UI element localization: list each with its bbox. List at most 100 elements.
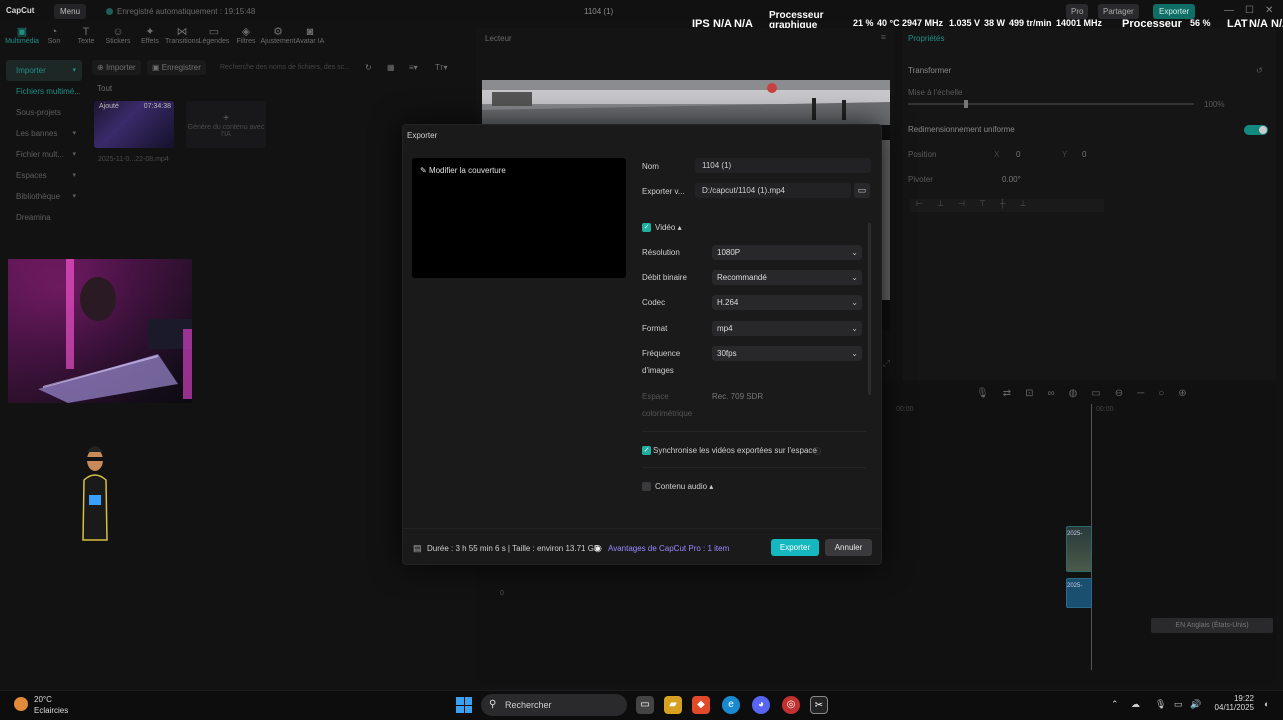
transition-icon: ⋈: [176, 26, 188, 38]
properties-panel: Propriétés Transformer ↺ Mise à l'échell…: [902, 28, 1276, 380]
sidebar-item-subprojects[interactable]: Sous-projets: [6, 102, 82, 123]
scale-slider-handle[interactable]: [964, 100, 968, 108]
cloud-icon[interactable]: ☁: [1131, 699, 1140, 710]
import-button[interactable]: ⊕ Importer: [92, 60, 141, 75]
avatar-sticker: [80, 440, 110, 546]
minimize-icon[interactable]: —: [1224, 5, 1234, 16]
sidebar-item-library[interactable]: Bibliothèque ▾: [6, 186, 82, 207]
position-y-input[interactable]: 0: [1082, 150, 1086, 159]
tool-transitions[interactable]: ⋈ Transitions: [165, 26, 199, 50]
sync-checkbox[interactable]: ✓: [642, 446, 651, 455]
sidebar-item-multi-files[interactable]: Fichier mult... ▾: [6, 144, 82, 165]
subtitle-language[interactable]: EN Anglais (États-Unis): [1151, 618, 1273, 633]
codec-select[interactable]: H.264 ⌄: [712, 295, 862, 310]
ai-generate-card[interactable]: + Génère du contenu avec l'IA: [186, 101, 266, 148]
sort-icon[interactable]: ≡▾: [404, 60, 423, 75]
info-icon[interactable]: ⓘ: [813, 446, 821, 457]
edge-icon[interactable]: e: [722, 696, 740, 714]
resolution-select[interactable]: 1080P ⌄: [712, 245, 862, 260]
tray-chevron-icon[interactable]: ⌃: [1111, 699, 1119, 710]
export-dialog: Exporter ✎ Modifier la couverture Nom 11…: [402, 124, 882, 565]
sidebar-item-dreamina[interactable]: Dreamina: [6, 207, 82, 228]
player-title: Lecteur: [485, 34, 512, 43]
task-view-icon[interactable]: ▭: [636, 696, 654, 714]
discord-icon[interactable]: ◕: [752, 696, 770, 714]
sidebar-item-media-files[interactable]: Fichiers multimé...: [6, 81, 82, 102]
gpu-power: 38 W: [984, 18, 1006, 28]
settings-scrollbar[interactable]: [868, 223, 871, 395]
reset-icon[interactable]: ↺: [1256, 66, 1263, 75]
transform-section[interactable]: Transformer: [908, 66, 951, 75]
tool-text[interactable]: T Texte: [70, 26, 102, 50]
tool-captions[interactable]: ▭ Légendes: [198, 26, 230, 50]
tool-multimedia[interactable]: ▣ Multimédia: [5, 26, 39, 50]
sidebar-item-import[interactable]: Importer ▾: [6, 60, 82, 81]
tool-ai-avatar[interactable]: ◙ Avatar IA: [294, 26, 326, 50]
bitrate-select[interactable]: Recommandé ⌄: [712, 270, 862, 285]
tool-adjust[interactable]: ⚙ Ajustement: [260, 26, 295, 50]
media-search-input[interactable]: Recherche des noms de fichiers, des sc..…: [210, 60, 358, 75]
autosave-status: Enregistré automatiquement : 19:15:48: [106, 7, 255, 16]
microphone-icon[interactable]: 🎙: [1155, 699, 1166, 710]
media-clip-thumbnail[interactable]: Ajouté 07:34:38: [94, 101, 174, 148]
taskbar-search[interactable]: ⚲ Rechercher: [481, 694, 627, 716]
media-icon: ▣: [16, 26, 28, 38]
tool-effects[interactable]: ✦ Effets: [134, 26, 166, 50]
rotate-input[interactable]: 0.00°: [1002, 175, 1021, 184]
uniform-scale-toggle[interactable]: [1244, 125, 1268, 135]
taskbar-clock[interactable]: 19:22 04/11/2025: [1212, 694, 1254, 712]
file-explorer-icon[interactable]: ▰: [664, 696, 682, 714]
export-button[interactable]: Exporter: [771, 539, 819, 556]
sidebar-item-banners[interactable]: Les bannes ▾: [6, 123, 82, 144]
pro-benefits-link[interactable]: Avantages de CapCut Pro : 1 item: [608, 544, 729, 553]
folder-icon[interactable]: ▭: [854, 183, 870, 198]
scale-value[interactable]: 100%: [1204, 100, 1224, 109]
menu-button[interactable]: Menu: [54, 4, 87, 19]
chevron-down-icon: ⌄: [851, 298, 858, 307]
format-select[interactable]: mp4 ⌄: [712, 321, 862, 336]
framerate-select[interactable]: 30fps ⌄: [712, 346, 862, 361]
app-logo: CapCut: [6, 6, 35, 15]
app-icon[interactable]: ◎: [782, 696, 800, 714]
timeline-tools[interactable]: 🎙⇄⊡∞◍▭⊖─○⊕: [976, 388, 1201, 399]
alignment-toolbar[interactable]: ⊢⊥⊣⊤┼⊥: [910, 199, 1104, 212]
audio-checkbox[interactable]: [642, 482, 651, 491]
capcut-icon[interactable]: ✂: [810, 696, 828, 714]
position-x-input[interactable]: 0: [1016, 150, 1020, 159]
filter-icon[interactable]: Tт▾: [430, 60, 453, 75]
export-path-input[interactable]: D:/capcut/1104 (1).mp4: [695, 183, 851, 198]
cancel-button[interactable]: Annuler: [825, 539, 872, 556]
windows-taskbar: 20°C Eclaircies ⚲ Rechercher ▭ ▰ ◆ e ◕ ◎ …: [0, 690, 1283, 720]
pro-button[interactable]: Pro: [1066, 4, 1089, 19]
sidebar-item-spaces[interactable]: Espaces ▾: [6, 165, 82, 186]
brave-icon[interactable]: ◆: [692, 696, 710, 714]
refresh-icon[interactable]: ↻: [360, 60, 377, 75]
audio-section-label[interactable]: Contenu audio ▴: [655, 482, 713, 491]
tool-stickers[interactable]: ☺ Stickers: [102, 26, 134, 50]
close-icon[interactable]: ✕: [1265, 5, 1273, 16]
menu-icon[interactable]: ≡: [881, 32, 886, 42]
share-button[interactable]: Partager: [1098, 4, 1139, 19]
edit-cover-button[interactable]: ✎ Modifier la couverture: [420, 166, 506, 175]
record-button[interactable]: ▣ Enregistrer: [147, 60, 206, 75]
cover-preview[interactable]: ✎ Modifier la couverture: [412, 158, 626, 278]
tool-sound[interactable]: ◔ Son: [38, 26, 70, 50]
chevron-up-icon: ▴: [677, 223, 682, 232]
scale-slider[interactable]: [908, 100, 1194, 108]
timeline-audio-clip[interactable]: 2025-: [1066, 578, 1092, 608]
timeline-video-clip[interactable]: 2025-: [1066, 526, 1092, 572]
tab-all[interactable]: Tout: [97, 84, 112, 93]
webcam-overlay: [8, 259, 192, 403]
video-section-label[interactable]: Vidéo ▴: [655, 223, 682, 232]
volume-icon[interactable]: 🔊: [1190, 699, 1201, 710]
grid-view-icon[interactable]: ▦: [382, 60, 400, 75]
notification-icon[interactable]: ◐: [1264, 699, 1269, 709]
windows-start-icon[interactable]: [456, 697, 472, 713]
video-checkbox[interactable]: ✓: [642, 223, 651, 232]
maximize-icon[interactable]: ☐: [1245, 5, 1254, 16]
network-icon[interactable]: ▭: [1174, 699, 1183, 710]
export-top-button[interactable]: Exporter: [1153, 4, 1196, 19]
fullscreen-icon[interactable]: ⤢: [883, 358, 890, 369]
name-input[interactable]: 1104 (1): [695, 158, 871, 173]
tool-filters[interactable]: ◈ Filtres: [230, 26, 262, 50]
